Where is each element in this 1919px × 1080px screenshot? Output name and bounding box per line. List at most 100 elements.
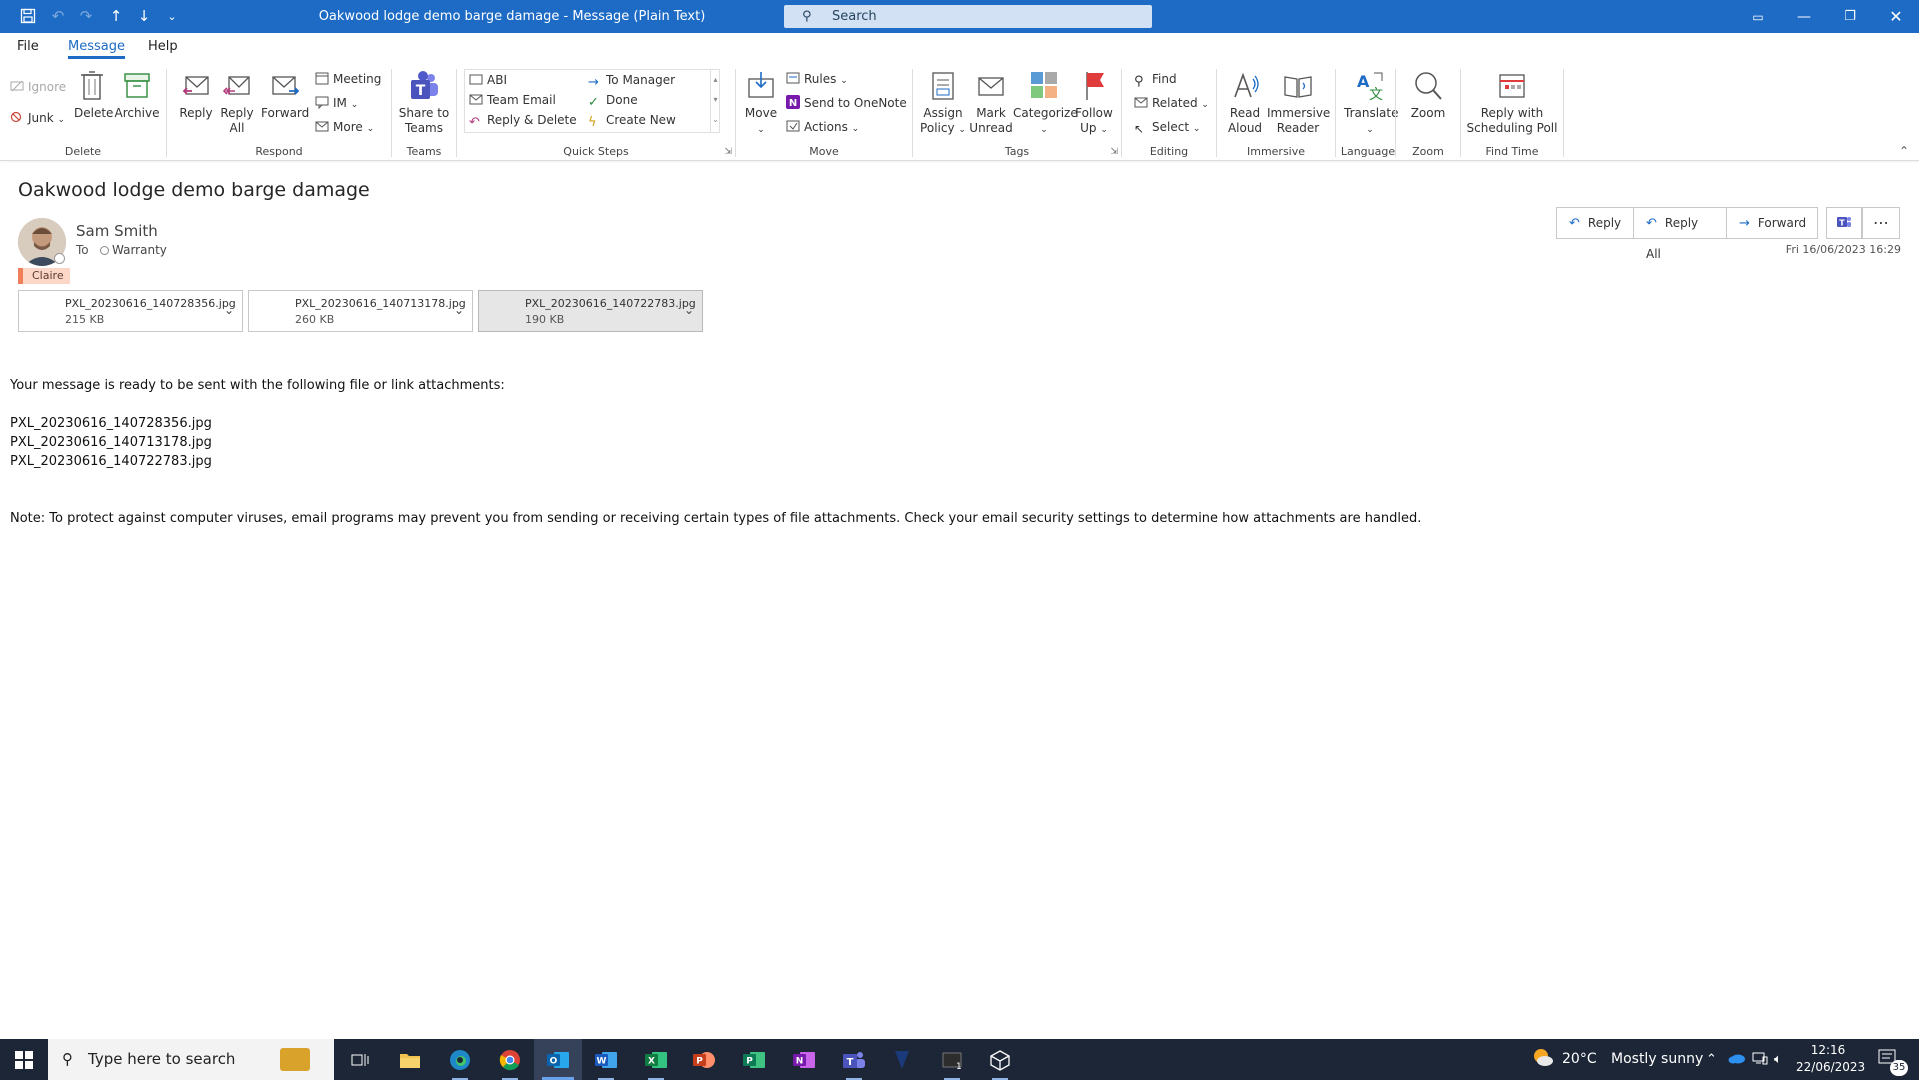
weather-icon[interactable] xyxy=(1530,1039,1554,1080)
snipping-tool-icon[interactable]: 1 xyxy=(928,1039,976,1080)
quickstep-team-email[interactable]: Team Email xyxy=(469,92,556,108)
gallery-scroll[interactable]: ▴ ▾ ⌄ xyxy=(710,70,720,132)
excel-icon[interactable]: X xyxy=(632,1039,680,1080)
chevron-down-icon[interactable]: ⌄ xyxy=(454,303,464,317)
quickstep-reply-delete[interactable]: ↶ Reply & Delete xyxy=(469,112,577,130)
select-button[interactable]: ↖ Select ⌄ xyxy=(1134,119,1200,137)
ribbon-display-icon[interactable]: ▭ xyxy=(1735,0,1781,33)
svg-text:O: O xyxy=(550,1056,558,1066)
reply-all-action-button[interactable]: ↶ Reply All xyxy=(1633,207,1727,261)
rules-button[interactable]: Rules ⌄ xyxy=(786,71,848,89)
project-icon[interactable]: P xyxy=(730,1039,778,1080)
minimize-icon[interactable]: — xyxy=(1781,0,1827,33)
delete-icon xyxy=(81,71,103,100)
send-to-onenote-button[interactable]: N Send to OneNote xyxy=(786,95,907,111)
related-button[interactable]: Related ⌄ xyxy=(1134,95,1209,113)
network-icon[interactable] xyxy=(1752,1039,1768,1080)
weather-temp[interactable]: 20°C xyxy=(1562,1039,1597,1080)
forward-button[interactable]: Forward xyxy=(261,69,309,121)
respond-group: Reply Reply All Forward Meeting IM ⌄ More… xyxy=(167,63,391,161)
im-icon xyxy=(315,95,329,110)
mark-unread-button[interactable]: Mark Unread xyxy=(969,69,1013,136)
quickstep-done[interactable]: ✓ Done xyxy=(588,92,638,110)
teams-icon[interactable]: T xyxy=(830,1039,878,1080)
search-box[interactable]: ⚲ Search xyxy=(784,5,1152,28)
outlook-icon[interactable]: O xyxy=(534,1039,582,1080)
delete-button[interactable]: Delete xyxy=(74,69,113,121)
weather-desc[interactable]: Mostly sunny xyxy=(1611,1039,1703,1080)
archive-button[interactable]: Archive xyxy=(114,69,160,121)
translate-icon: A文 xyxy=(1357,72,1383,103)
scheduling-poll-icon xyxy=(1499,74,1525,98)
share-to-teams-button[interactable]: T Share to Teams xyxy=(397,69,451,136)
previous-item-icon[interactable]: ↑ xyxy=(104,4,128,28)
chevron-down-icon[interactable]: ⌄ xyxy=(224,303,234,317)
tab-message[interactable]: Message xyxy=(68,39,125,59)
im-button[interactable]: IM ⌄ xyxy=(315,95,358,113)
customize-toolbar-icon[interactable]: ⌄ xyxy=(160,4,184,28)
collapse-ribbon-icon[interactable]: ⌃ xyxy=(1899,144,1909,158)
category-tag[interactable]: Claire xyxy=(18,268,70,284)
onenote-icon[interactable]: N xyxy=(780,1039,828,1080)
word-icon[interactable]: W xyxy=(582,1039,630,1080)
follow-up-button[interactable]: Follow Up ⌄ xyxy=(1072,69,1116,138)
save-icon[interactable] xyxy=(16,4,40,28)
attachment-card[interactable]: PXL_20230616_140713178.jpg 260 KB ⌄ xyxy=(248,290,473,332)
junk-button[interactable]: Junk ⌄ xyxy=(10,110,65,128)
next-item-icon[interactable]: ↓ xyxy=(132,4,156,28)
app-icon[interactable] xyxy=(878,1039,926,1080)
reply-icon xyxy=(182,76,209,95)
ignore-button[interactable]: Ignore xyxy=(10,79,66,95)
translate-button[interactable]: A文 Translate ⌄ xyxy=(1344,69,1399,138)
redo-icon[interactable]: ↷ xyxy=(74,4,98,28)
taskbar-search[interactable]: ⚲ Type here to search xyxy=(48,1039,334,1080)
show-hidden-icons[interactable]: ⌃ xyxy=(1706,1039,1717,1080)
meeting-button[interactable]: Meeting xyxy=(315,71,381,87)
quickstep-to-manager[interactable]: → To Manager xyxy=(588,72,675,90)
clock-date: 22/06/2023 xyxy=(1796,1060,1866,1074)
more-respond-button[interactable]: More ⌄ xyxy=(315,119,374,137)
quickstep-abi[interactable]: ABI xyxy=(469,72,507,88)
sender-name[interactable]: Sam Smith xyxy=(76,222,158,240)
file-explorer-icon[interactable] xyxy=(386,1039,434,1080)
3d-box-icon[interactable] xyxy=(976,1039,1024,1080)
actions-button[interactable]: Actions ⌄ xyxy=(786,119,859,137)
reply-action-button[interactable]: ↶ Reply xyxy=(1556,207,1634,239)
task-view-icon[interactable] xyxy=(336,1039,384,1080)
tab-help[interactable]: Help xyxy=(148,39,178,54)
restore-icon[interactable]: ❐ xyxy=(1827,0,1873,33)
zoom-button[interactable]: Zoom xyxy=(1408,69,1448,121)
taskbar: ⚲ Type here to search O W X P P N T 1 20… xyxy=(0,1039,1919,1080)
undo-icon[interactable]: ↶ xyxy=(46,4,70,28)
teams-chat-button[interactable]: T xyxy=(1826,207,1862,239)
onedrive-icon[interactable] xyxy=(1728,1039,1746,1080)
attachment-card[interactable]: PXL_20230616_140728356.jpg 215 KB ⌄ xyxy=(18,290,243,332)
clock[interactable]: 12:16 22/06/2023 xyxy=(1796,1042,1866,1076)
assign-policy-button[interactable]: Assign Policy ⌄ xyxy=(920,69,966,138)
categorize-button[interactable]: Categorize ⌄ xyxy=(1013,69,1078,138)
reply-delete-icon: ↶ xyxy=(469,115,480,130)
read-aloud-button[interactable]: Read Aloud xyxy=(1225,69,1265,136)
archive-icon xyxy=(124,73,150,98)
chevron-down-icon[interactable]: ⌄ xyxy=(684,303,694,317)
volume-icon[interactable]: 🔈︎ xyxy=(1774,1039,1782,1080)
recipient[interactable]: Warranty xyxy=(100,243,167,257)
more-actions-button[interactable]: ⋯ xyxy=(1862,207,1900,239)
powerpoint-icon[interactable]: P xyxy=(680,1039,728,1080)
move-button[interactable]: Move ⌄ xyxy=(742,69,780,138)
close-icon[interactable]: ✕ xyxy=(1873,0,1919,33)
find-button[interactable]: ⚲ Find xyxy=(1134,71,1177,89)
tab-file[interactable]: File xyxy=(17,39,39,54)
delete-group-label: Delete xyxy=(64,145,102,158)
chrome-icon[interactable] xyxy=(486,1039,534,1080)
attachment-card[interactable]: PXL_20230616_140722783.jpg 190 KB ⌄ xyxy=(478,290,703,332)
reply-button[interactable]: Reply xyxy=(177,69,215,121)
start-button[interactable] xyxy=(0,1039,48,1080)
quickstep-create-new[interactable]: ϟ Create New xyxy=(588,112,676,130)
scheduling-poll-button[interactable]: Reply with Scheduling Poll xyxy=(1463,69,1561,136)
reply-all-button[interactable]: Reply All xyxy=(219,69,255,136)
immersive-reader-button[interactable]: Immersive Reader xyxy=(1267,69,1330,136)
forward-action-button[interactable]: → Forward xyxy=(1726,207,1818,239)
edge-icon[interactable] xyxy=(436,1039,484,1080)
